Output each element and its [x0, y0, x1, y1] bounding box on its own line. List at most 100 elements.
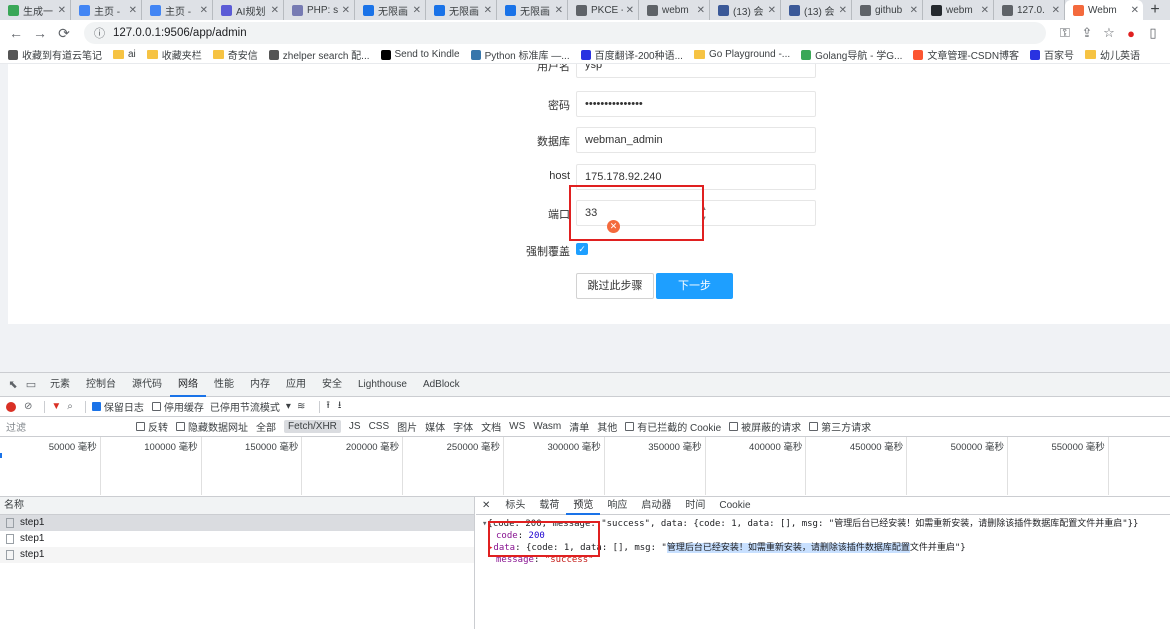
skip-button[interactable]: 跳过此步骤	[576, 273, 654, 299]
browser-tab[interactable]: github ✕	[852, 0, 923, 20]
bookmark-item[interactable]: ai	[113, 49, 136, 60]
bookmark-item[interactable]: Send to Kindle	[380, 49, 460, 60]
device-toggle-icon[interactable]: ▭	[24, 378, 38, 391]
browser-tab[interactable]: PKCE - ✕	[568, 0, 639, 20]
devtools-tab[interactable]: 控制台	[78, 373, 124, 397]
request-row[interactable]: step1	[0, 531, 474, 547]
filter-icon[interactable]: ▼	[51, 401, 61, 412]
browser-tab[interactable]: 主页 - ✕	[142, 0, 213, 20]
browser-tab[interactable]: Webm ✕	[1065, 0, 1143, 20]
resource-type-filter[interactable]: 图片	[397, 419, 417, 434]
detail-tab[interactable]: 时间	[678, 497, 712, 515]
search-icon[interactable]: ⌕	[67, 401, 73, 412]
bookmark-item[interactable]: zhelper search 配...	[268, 47, 370, 62]
bookmark-item[interactable]: 文章管理-CSDN博客	[913, 47, 1019, 62]
detail-tab[interactable]: 响应	[600, 497, 634, 515]
devtools-tab[interactable]: 安全	[314, 373, 350, 397]
browser-tab[interactable]: 127.0. ✕	[994, 0, 1065, 20]
resource-type-filter[interactable]: 字体	[453, 419, 473, 434]
overwrite-checkbox[interactable]: ✓	[576, 243, 588, 255]
browser-tab[interactable]: 无限画 ✕	[497, 0, 568, 20]
back-button[interactable]: ←	[6, 23, 26, 43]
browser-tab[interactable]: 无限画 ✕	[355, 0, 426, 20]
devtools-tab[interactable]: 源代码	[124, 373, 170, 397]
detail-tab[interactable]: Cookie	[712, 497, 757, 515]
tab-close-icon[interactable]: ✕	[1128, 5, 1139, 16]
site-info-icon[interactable]: ⓘ	[94, 25, 105, 41]
clear-icon[interactable]: ⊘	[24, 401, 32, 412]
blocked-requests-filter-checkbox[interactable]	[729, 422, 739, 431]
resource-type-filter[interactable]: 文档	[481, 419, 501, 434]
detail-tab[interactable]: 载荷	[532, 497, 566, 515]
browser-tab[interactable]: 生成一 ✕	[0, 0, 71, 20]
bookmark-item[interactable]: Go Playground -...	[693, 49, 790, 60]
tab-close-icon[interactable]: ✕	[268, 5, 279, 16]
bookmark-item[interactable]: Golang导航 - 学G...	[801, 47, 902, 62]
hide-data-urls-checkbox[interactable]	[176, 422, 185, 431]
username-input[interactable]: ysp	[576, 64, 816, 78]
detail-tab[interactable]: 启动器	[634, 497, 678, 515]
browser-tab[interactable]: (13) 会 ✕	[710, 0, 781, 20]
tab-close-icon[interactable]: ✕	[126, 5, 137, 16]
tab-close-icon[interactable]: ✕	[552, 5, 563, 16]
tab-close-icon[interactable]: ✕	[694, 5, 705, 16]
browser-tab[interactable]: 主页 - ✕	[71, 0, 142, 20]
network-conditions-icon[interactable]: ≋	[297, 401, 305, 412]
browser-tab[interactable]: webm ✕	[639, 0, 710, 20]
tab-close-icon[interactable]: ✕	[481, 5, 492, 16]
new-tab-button[interactable]: +	[1143, 0, 1167, 20]
resource-type-filter[interactable]: 全部	[256, 419, 276, 434]
share-icon[interactable]: ⇪	[1076, 25, 1098, 41]
blocked-cookies-filter-checkbox[interactable]	[625, 422, 635, 431]
inspect-icon[interactable]: ⬉	[6, 378, 20, 391]
disable-cache-checkbox[interactable]	[151, 402, 161, 411]
password-input[interactable]: •••••••••••••••	[576, 91, 816, 117]
export-icon[interactable]: ⭳	[338, 398, 342, 415]
next-button[interactable]: 下一步	[656, 273, 733, 299]
third-party-filter[interactable]: 第三方请求	[809, 419, 871, 434]
resource-type-filter[interactable]: Fetch/XHR	[284, 420, 341, 433]
bookmark-item[interactable]: 百家号	[1030, 47, 1074, 62]
tab-close-icon[interactable]: ✕	[1049, 5, 1060, 16]
devtools-tab[interactable]: 性能	[206, 373, 242, 397]
resource-type-filter[interactable]: CSS	[369, 421, 390, 432]
bookmark-item[interactable]: 百度翻译-200种语...	[580, 47, 683, 62]
detail-tab[interactable]: 预览	[566, 497, 601, 515]
browser-tab[interactable]: (13) 会 ✕	[781, 0, 852, 20]
bookmark-item[interactable]: 收藏到有道云笔记	[8, 47, 102, 62]
chevron-down-icon[interactable]: ▾	[286, 401, 291, 412]
blocked-requests-filter[interactable]: 被屏蔽的请求	[729, 419, 801, 434]
devtools-tab[interactable]: 网络	[170, 373, 206, 397]
forward-button[interactable]: →	[30, 23, 50, 43]
resource-type-filter[interactable]: 清单	[569, 419, 589, 434]
resource-type-filter[interactable]: 媒体	[425, 419, 445, 434]
preserve-log-checkbox[interactable]	[91, 402, 101, 411]
request-row[interactable]: step1	[0, 515, 474, 531]
resource-type-filter[interactable]: JS	[349, 421, 361, 432]
browser-tab[interactable]: 无限画 ✕	[426, 0, 497, 20]
extension-icon[interactable]: ●	[1120, 26, 1142, 41]
throttle-select[interactable]: 已停用节流模式	[210, 399, 280, 414]
name-column-header[interactable]: 名称	[0, 497, 474, 515]
devtools-tab[interactable]: 内存	[242, 373, 278, 397]
devtools-tab[interactable]: Lighthouse	[350, 373, 415, 397]
hide-data-urls[interactable]: 隐藏数据网址	[176, 419, 248, 434]
blocked-cookies-filter[interactable]: 有已拦截的 Cookie	[625, 419, 721, 434]
invert-filter-checkbox[interactable]	[136, 422, 145, 431]
bookmark-item[interactable]: 收藏夹栏	[146, 47, 202, 62]
sidebar-icon[interactable]: ▯	[1142, 25, 1164, 41]
tab-close-icon[interactable]: ✕	[836, 5, 847, 16]
resource-type-filter[interactable]: WS	[509, 421, 525, 432]
tab-close-icon[interactable]: ✕	[907, 5, 918, 16]
tab-close-icon[interactable]: ✕	[55, 5, 66, 16]
browser-tab[interactable]: PHP: s ✕	[284, 0, 355, 20]
tab-close-icon[interactable]: ✕	[339, 5, 350, 16]
database-input[interactable]: webman_admin	[576, 127, 816, 153]
tab-close-icon[interactable]: ✕	[765, 5, 776, 16]
tab-close-icon[interactable]: ✕	[197, 5, 208, 16]
tab-close-icon[interactable]: ✕	[410, 5, 421, 16]
address-bar[interactable]: ⓘ 127.0.0.1:9506/app/admin	[84, 22, 1046, 44]
record-icon[interactable]	[6, 401, 16, 412]
star-icon[interactable]: ☆	[1098, 25, 1120, 41]
bookmark-item[interactable]: Python 标准库 —...	[470, 47, 570, 62]
